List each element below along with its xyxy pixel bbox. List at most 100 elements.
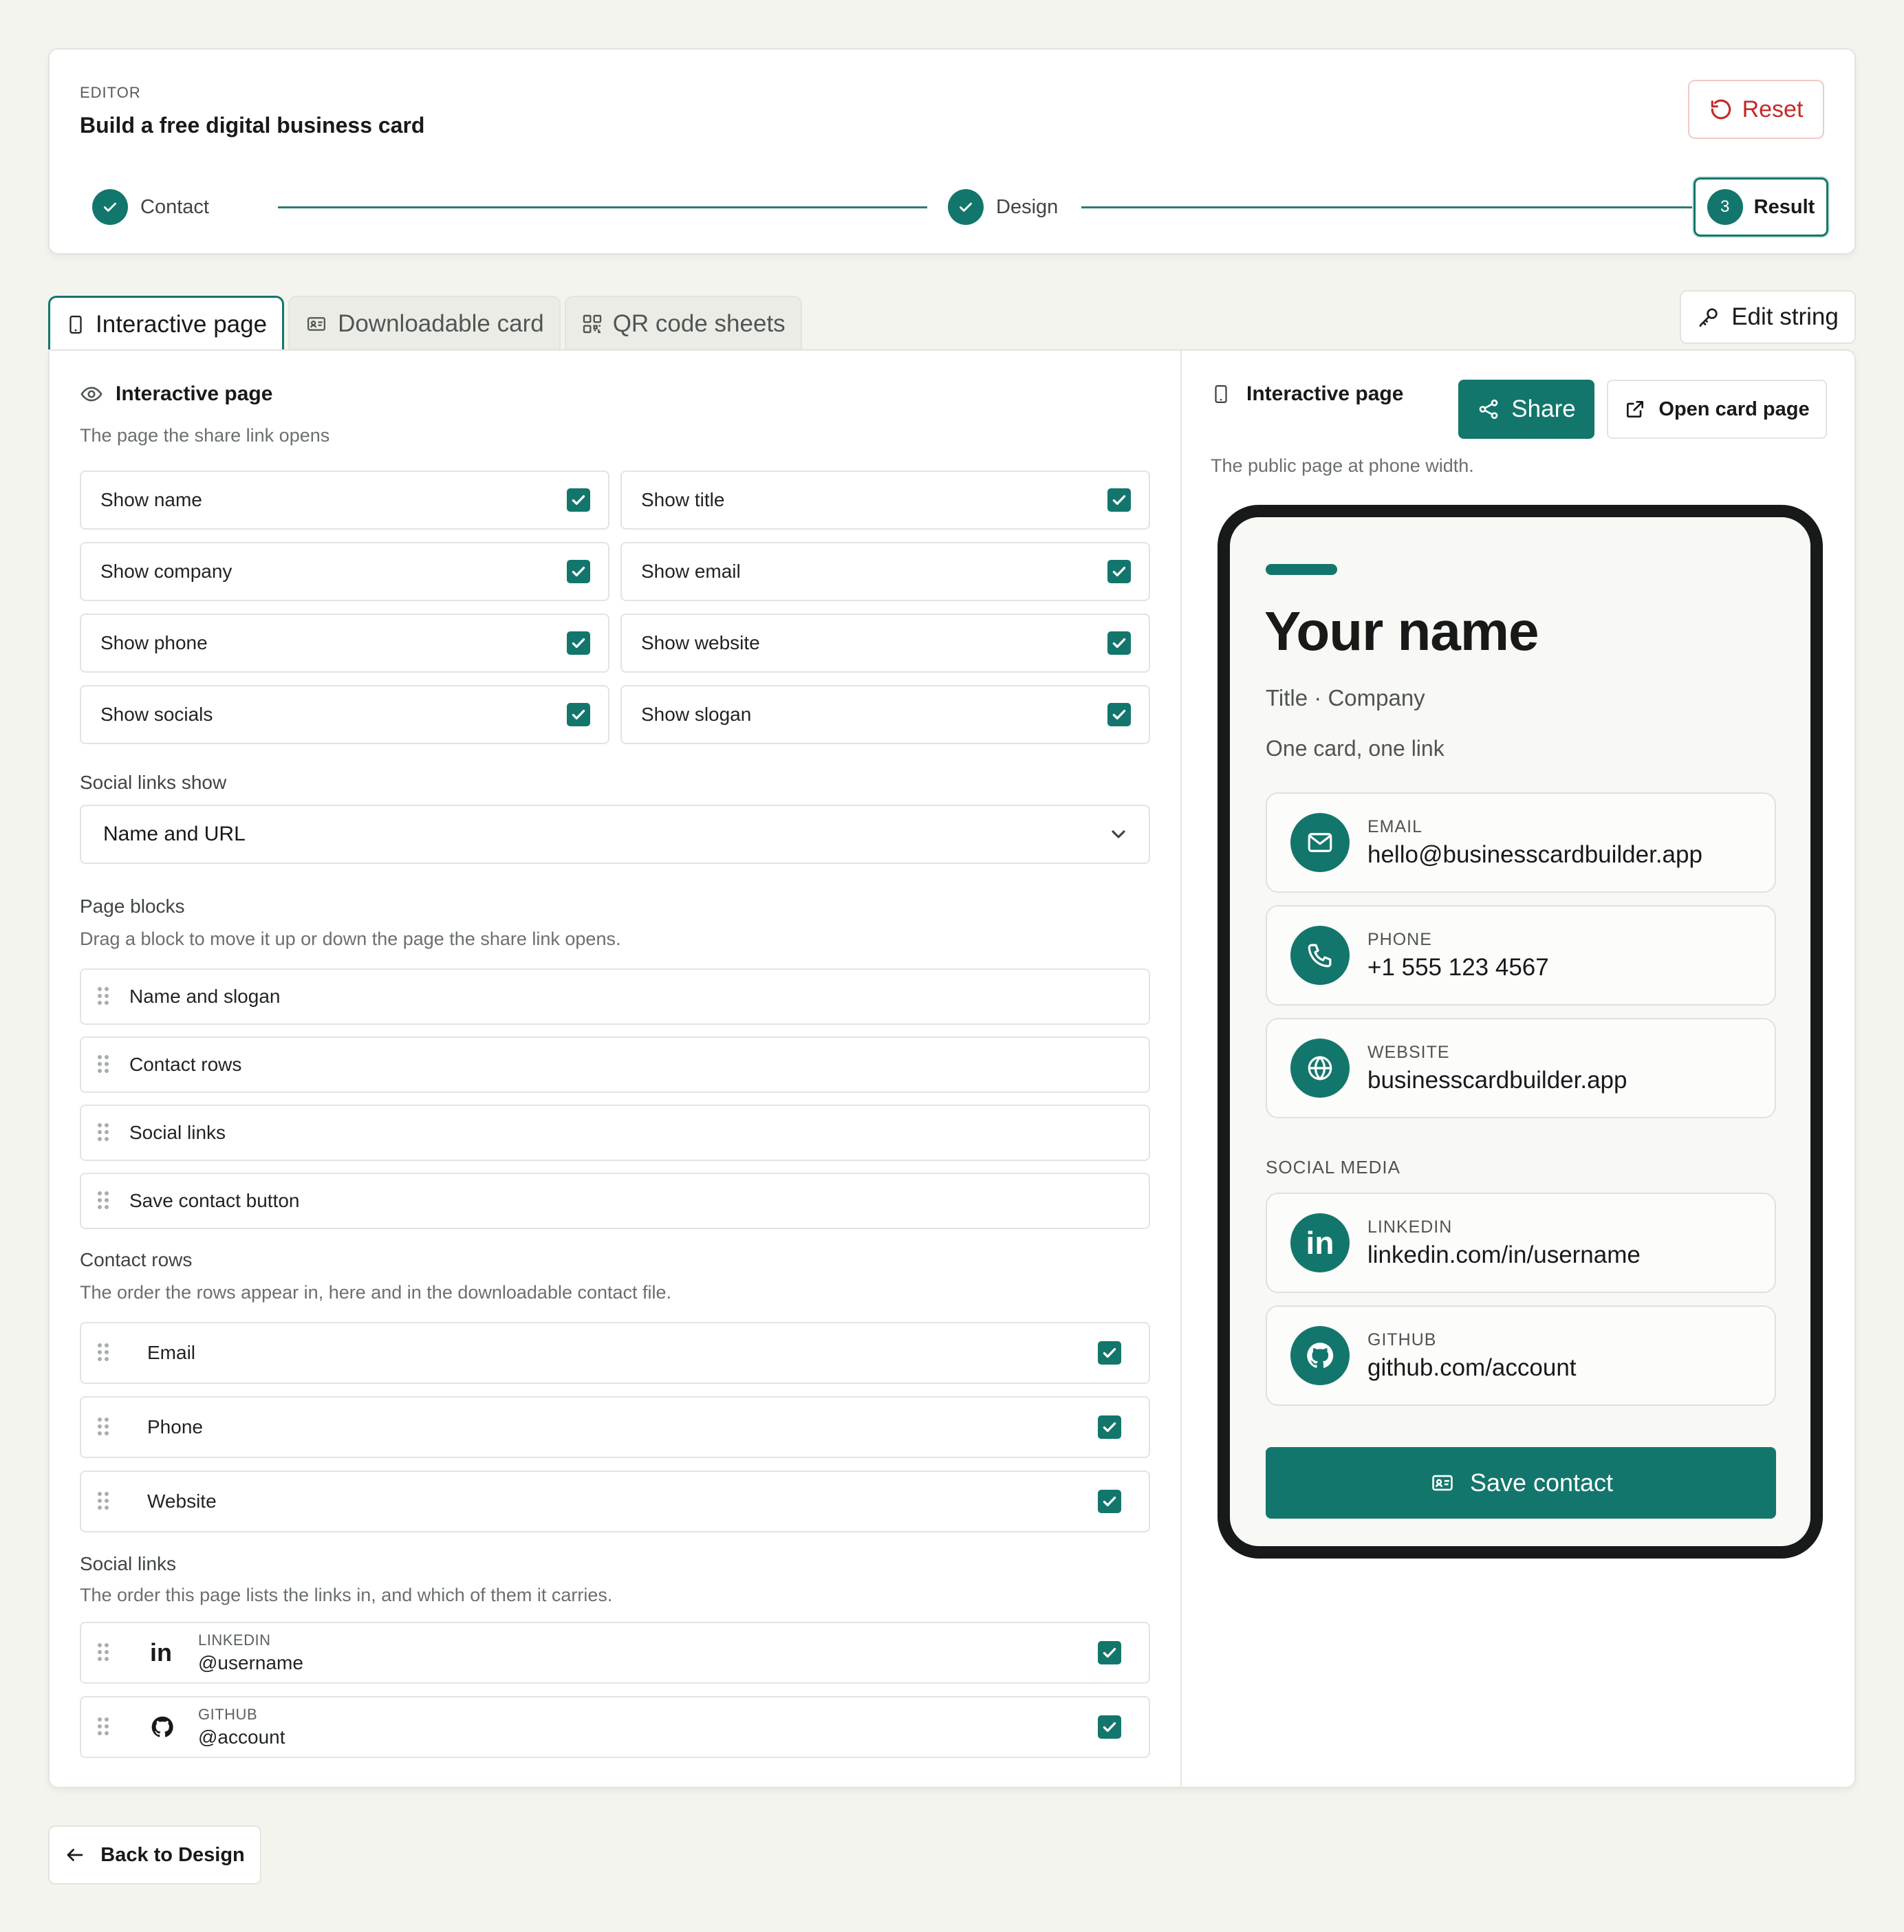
- step-contact[interactable]: Contact: [92, 177, 209, 237]
- eye-icon: [80, 382, 103, 406]
- mail-icon: [1290, 813, 1350, 872]
- eyebrow-label: EDITOR: [80, 84, 141, 101]
- checkbox-checked[interactable]: [567, 488, 590, 512]
- contact-key: EMAIL: [1367, 816, 1423, 836]
- contact-card-website[interactable]: WEBSITE businesscardbuilder.app: [1266, 1018, 1776, 1118]
- drag-handle-icon[interactable]: [98, 1123, 109, 1142]
- accent-bar: [1266, 564, 1337, 575]
- toggle-show-phone[interactable]: Show phone: [80, 614, 609, 673]
- contact-row-phone[interactable]: Phone: [80, 1396, 1150, 1458]
- step-label: Result: [1753, 195, 1815, 218]
- toggle-show-name[interactable]: Show name: [80, 470, 609, 530]
- reset-button[interactable]: Reset: [1688, 80, 1824, 139]
- globe-icon: [1290, 1039, 1350, 1098]
- contact-card-phone[interactable]: PHONE +1 555 123 4567: [1266, 905, 1776, 1006]
- checkbox-checked[interactable]: [1098, 1715, 1121, 1739]
- toggle-label: Show name: [100, 489, 202, 510]
- checkbox-checked[interactable]: [567, 560, 590, 583]
- social-key: LINKEDIN: [1367, 1217, 1453, 1237]
- drag-handle-icon[interactable]: [98, 1343, 109, 1363]
- drag-handle-icon[interactable]: [98, 987, 109, 1006]
- block-label: Save contact button: [129, 1190, 300, 1211]
- network-label: LINKEDIN: [198, 1631, 271, 1649]
- social-card-github[interactable]: GITHUB github.com/account: [1266, 1305, 1776, 1406]
- edit-string-label: Edit string: [1731, 303, 1839, 330]
- toggle-show-title[interactable]: Show title: [620, 470, 1150, 530]
- checkbox-checked[interactable]: [1098, 1415, 1121, 1439]
- step-design[interactable]: Design: [948, 177, 1058, 237]
- toggle-show-website[interactable]: Show website: [620, 614, 1150, 673]
- editor-header: EDITOR Build a free digital business car…: [48, 48, 1856, 254]
- social-value: linkedin.com/in/username: [1367, 1241, 1641, 1268]
- open-card-page-button[interactable]: Open card page: [1607, 380, 1827, 439]
- toggle-show-company[interactable]: Show company: [80, 542, 609, 601]
- main-panel: Interactive page The page the share link…: [48, 349, 1856, 1788]
- social-card-linkedin[interactable]: in LINKEDIN linkedin.com/in/username: [1266, 1193, 1776, 1293]
- back-to-design-button[interactable]: Back to Design: [48, 1825, 261, 1885]
- tab-interactive-page[interactable]: Interactive page: [48, 296, 285, 351]
- share-button[interactable]: Share: [1458, 380, 1594, 439]
- checkbox-checked[interactable]: [1107, 488, 1131, 512]
- contact-rows-hint: The order the rows appear in, here and i…: [80, 1282, 672, 1303]
- row-label: Email: [147, 1342, 196, 1363]
- panel-divider: [1180, 351, 1182, 1788]
- page-block-row[interactable]: Contact rows: [80, 1036, 1150, 1093]
- toggle-show-email[interactable]: Show email: [620, 542, 1150, 601]
- save-contact-button[interactable]: Save contact: [1266, 1447, 1776, 1519]
- checkbox-checked[interactable]: [1107, 631, 1131, 655]
- social-row-text: LINKEDIN @username: [198, 1631, 1098, 1674]
- id-card-icon: [305, 314, 328, 334]
- drag-handle-icon[interactable]: [98, 1717, 109, 1737]
- edit-string-button[interactable]: Edit string: [1680, 290, 1856, 344]
- step-label: Contact: [140, 195, 209, 218]
- toggle-label: Show title: [641, 489, 725, 510]
- drag-handle-icon[interactable]: [98, 1191, 109, 1211]
- drag-handle-icon[interactable]: [98, 1418, 109, 1437]
- contact-text: EMAIL hello@businesscardbuilder.app: [1367, 817, 1702, 869]
- toggle-show-socials[interactable]: Show socials: [80, 685, 609, 744]
- row-label: Website: [147, 1490, 217, 1512]
- linkedin-icon: in: [1290, 1213, 1350, 1272]
- page-block-row[interactable]: Social links: [80, 1105, 1150, 1161]
- social-row-github[interactable]: GITHUB @account: [80, 1696, 1150, 1758]
- social-row-linkedin[interactable]: in LINKEDIN @username: [80, 1622, 1150, 1684]
- page-block-row[interactable]: Save contact button: [80, 1173, 1150, 1229]
- step-result[interactable]: 3 Result: [1694, 177, 1828, 237]
- checkbox-checked[interactable]: [1098, 1341, 1121, 1365]
- checkbox-checked[interactable]: [1098, 1490, 1121, 1513]
- contact-text: LINKEDIN linkedin.com/in/username: [1367, 1217, 1641, 1269]
- save-contact-label: Save contact: [1469, 1468, 1614, 1497]
- contact-row-website[interactable]: Website: [80, 1470, 1150, 1532]
- contact-card-email[interactable]: EMAIL hello@businesscardbuilder.app: [1266, 792, 1776, 893]
- contact-row-email[interactable]: Email: [80, 1322, 1150, 1384]
- page-block-row[interactable]: Name and slogan: [80, 968, 1150, 1025]
- tab-qr-code-sheets[interactable]: QR code sheets: [564, 296, 802, 351]
- checkbox-checked[interactable]: [1098, 1641, 1121, 1664]
- social-key: GITHUB: [1367, 1329, 1437, 1349]
- stepper: Contact Design 3 Result: [92, 177, 1828, 237]
- step-connector: [1081, 206, 1735, 208]
- page-blocks-label: Page blocks: [80, 896, 185, 917]
- checkbox-checked[interactable]: [1107, 703, 1131, 726]
- row-label: Phone: [147, 1416, 203, 1437]
- tab-downloadable-card[interactable]: Downloadable card: [288, 296, 561, 351]
- checkbox-checked[interactable]: [1107, 560, 1131, 583]
- drag-handle-icon[interactable]: [98, 1492, 109, 1511]
- phone-icon: [65, 313, 86, 336]
- toggle-label: Show website: [641, 632, 760, 653]
- toggle-show-slogan[interactable]: Show slogan: [620, 685, 1150, 744]
- github-icon: [150, 1715, 198, 1739]
- social-links-show-select[interactable]: Name and URL: [80, 805, 1150, 864]
- block-label: Name and slogan: [129, 986, 281, 1007]
- phone-preview: Your name Title · Company One card, one …: [1218, 505, 1823, 1559]
- network-label: GITHUB: [198, 1706, 258, 1723]
- toggle-label: Show email: [641, 561, 741, 582]
- drag-handle-icon[interactable]: [98, 1643, 109, 1662]
- checkbox-checked[interactable]: [567, 703, 590, 726]
- block-label: Social links: [129, 1122, 226, 1143]
- drag-handle-icon[interactable]: [98, 1055, 109, 1074]
- checkbox-checked[interactable]: [567, 631, 590, 655]
- page-blocks-hint: Drag a block to move it up or down the p…: [80, 929, 621, 949]
- step-number: 3: [1707, 189, 1743, 225]
- reset-label: Reset: [1742, 96, 1804, 122]
